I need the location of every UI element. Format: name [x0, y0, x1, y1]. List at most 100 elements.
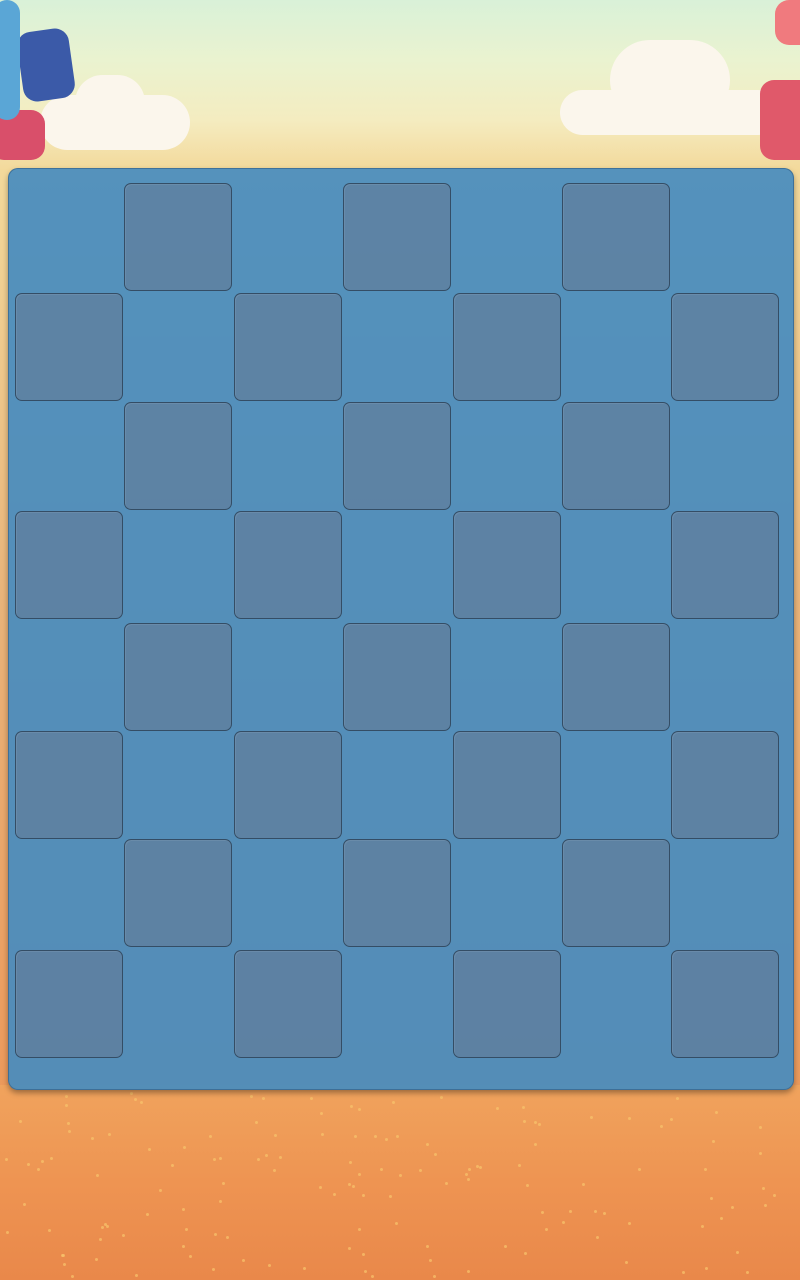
board-tile[interactable] — [124, 183, 232, 291]
board-tile[interactable] — [15, 511, 123, 619]
board-tile[interactable] — [15, 950, 123, 1058]
ground-speck — [279, 1156, 282, 1159]
board-tile[interactable] — [124, 623, 232, 731]
board-tile[interactable] — [343, 839, 451, 947]
ground-speck — [562, 1221, 565, 1224]
ground-speck — [534, 1143, 537, 1146]
ground-speck — [625, 1261, 628, 1264]
ground-speck — [364, 1270, 367, 1273]
board-tile[interactable] — [124, 839, 232, 947]
ground-speck — [433, 1275, 436, 1278]
ground-speck — [399, 1174, 402, 1177]
board-tile[interactable] — [15, 731, 123, 839]
ground-speck — [19, 1120, 22, 1123]
ground-speck — [48, 1229, 51, 1232]
ground-speck — [273, 1169, 276, 1172]
ground-speck — [67, 1122, 70, 1125]
ground-speck — [594, 1210, 597, 1213]
ground-speck — [676, 1097, 679, 1100]
ground-speck — [321, 1133, 324, 1136]
ground-speck — [319, 1186, 322, 1189]
ground-speck — [380, 1168, 383, 1171]
board-tile[interactable] — [453, 950, 561, 1058]
board-tile[interactable] — [343, 183, 451, 291]
board-tile[interactable] — [453, 293, 561, 401]
ground-speck — [429, 1259, 432, 1262]
ground-speck — [534, 1121, 537, 1124]
board-tile[interactable] — [671, 293, 779, 401]
board-tile[interactable] — [343, 623, 451, 731]
ground-speck — [445, 1182, 448, 1185]
ground-speck — [419, 1169, 422, 1172]
ground-speck — [255, 1121, 258, 1124]
board-tile[interactable] — [671, 950, 779, 1058]
ground-speck — [213, 1158, 216, 1161]
ground-speck — [183, 1146, 186, 1149]
board-tile[interactable] — [562, 402, 670, 510]
ground-speck — [146, 1213, 149, 1216]
board-tile[interactable] — [453, 731, 561, 839]
ground-speck — [426, 1245, 429, 1248]
ground-speck — [148, 1148, 151, 1151]
totem-left-pillar — [0, 0, 20, 120]
board-tile[interactable] — [671, 731, 779, 839]
ground-speck — [96, 1174, 99, 1177]
ground-speck — [476, 1165, 479, 1168]
ground-speck — [350, 1105, 353, 1108]
ground-speck — [352, 1185, 355, 1188]
ground-speck — [101, 1226, 104, 1229]
ground-speck — [50, 1157, 53, 1160]
ground-speck — [362, 1194, 365, 1197]
board-tile[interactable] — [234, 511, 342, 619]
ground-speck — [628, 1117, 631, 1120]
ground-speck — [130, 1092, 133, 1095]
ground-speck — [596, 1236, 599, 1239]
game-scene — [0, 0, 800, 1280]
totem-left-top — [15, 26, 77, 104]
ground — [0, 1085, 800, 1280]
board-tile[interactable] — [562, 183, 670, 291]
totem-right-top — [760, 80, 800, 160]
board-tile[interactable] — [343, 402, 451, 510]
game-board — [8, 168, 794, 1090]
board-tile[interactable] — [15, 293, 123, 401]
ground-speck — [333, 1193, 336, 1196]
board-tile[interactable] — [234, 731, 342, 839]
board-tile[interactable] — [562, 623, 670, 731]
ground-speck — [467, 1270, 470, 1273]
ground-speck — [682, 1271, 685, 1274]
ground-speck — [569, 1210, 572, 1213]
ground-speck — [392, 1101, 395, 1104]
ground-speck — [68, 1130, 71, 1133]
ground-speck — [523, 1120, 526, 1123]
board-tile[interactable] — [124, 402, 232, 510]
cloud-left-puff — [75, 75, 145, 130]
board-tile[interactable] — [562, 839, 670, 947]
ground-speck — [140, 1101, 143, 1104]
ground-speck — [61, 1254, 64, 1257]
ground-speck — [310, 1097, 313, 1100]
ground-speck — [504, 1245, 507, 1248]
ground-speck — [731, 1206, 734, 1209]
ground-speck — [764, 1204, 767, 1207]
ground-speck — [63, 1263, 66, 1266]
ground-speck — [349, 1161, 352, 1164]
ground-speck — [226, 1236, 229, 1239]
ground-speck — [257, 1158, 260, 1161]
board-tile[interactable] — [234, 293, 342, 401]
ground-speck — [660, 1125, 663, 1128]
board-tile[interactable] — [453, 511, 561, 619]
ground-speck — [582, 1183, 585, 1186]
ground-speck — [182, 1245, 185, 1248]
ground-speck — [222, 1182, 225, 1185]
ground-speck — [303, 1267, 306, 1270]
ground-speck — [524, 1252, 527, 1255]
ground-speck — [762, 1187, 765, 1190]
board-tile[interactable] — [234, 950, 342, 1058]
ground-speck — [41, 1160, 44, 1163]
ground-speck — [541, 1211, 544, 1214]
ground-speck — [712, 1140, 715, 1143]
ground-speck — [479, 1166, 482, 1169]
ground-speck — [468, 1168, 471, 1171]
board-tile[interactable] — [671, 511, 779, 619]
